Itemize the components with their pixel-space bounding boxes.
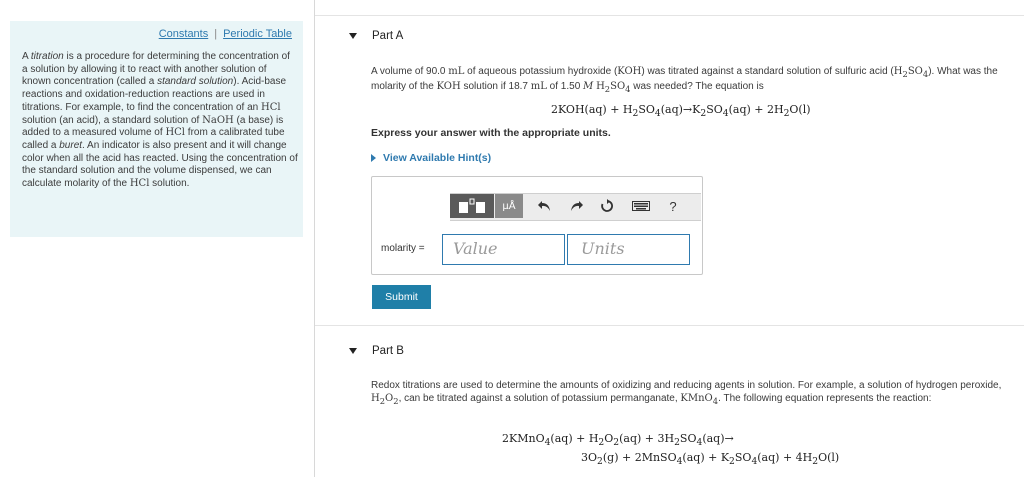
part-b-question: Redox titrations are used to determine t… [371, 380, 1011, 407]
info-sidebar: Constants | Periodic Table A titration is … [10, 21, 303, 237]
formula-h2so4: H2SO4 [596, 80, 631, 94]
part-b-header[interactable]: Part B [349, 345, 404, 357]
intro-text: solution (an acid), a standard solution … [22, 114, 203, 126]
expand-triangle-icon [371, 154, 376, 163]
intro-term-titration: titration [30, 51, 64, 62]
view-hints-label: View Available Hint(s) [383, 152, 492, 164]
formula-koh: KOH [617, 66, 642, 77]
sidebar-links: Constants | Periodic Table [10, 28, 292, 40]
link-separator: | [214, 28, 218, 40]
part-a-equation: 2KOH(aq) + H2SO4(aq)→K2SO4(aq) + 2H2O(l) [551, 103, 811, 120]
unit-ml: mL [448, 66, 465, 77]
formula-hcl: HCl [129, 178, 150, 190]
formula-hcl: HCl [261, 101, 281, 113]
formula-naoh: NaOH [202, 114, 234, 126]
molarity-label: molarity = [381, 243, 425, 254]
part-a-question: A volume of 90.0 mL of aqueous potassium… [371, 66, 1021, 95]
intro-term-standard-solution: standard solution [157, 76, 234, 88]
question-text: was needed? The equation is [630, 80, 764, 92]
collapse-triangle-icon[interactable] [349, 347, 357, 354]
collapse-triangle-icon[interactable] [349, 32, 357, 39]
intro-text: A [22, 51, 31, 62]
periodic-table-link[interactable]: Periodic Table [223, 28, 292, 40]
part-b-equation-line2: 3O2(g) + 2MnSO4(aq) + K2SO4(aq) + 4H2O(l… [581, 451, 840, 468]
part-a-header[interactable]: Part A [349, 30, 403, 42]
view-hints-link[interactable]: View Available Hint(s) [371, 152, 491, 164]
help-icon[interactable]: ? [660, 194, 686, 218]
question-text: ) was titrated against a standard soluti… [641, 66, 894, 77]
question-text: of 1.50 [546, 80, 584, 92]
column-divider [314, 0, 315, 477]
help-icon-label: ? [669, 198, 677, 214]
submit-button[interactable]: Submit [372, 285, 431, 309]
units-icon-label: μÅ [502, 200, 516, 212]
value-input[interactable]: Value [442, 234, 565, 265]
question-text: , can be titrated against a solution of … [398, 392, 681, 404]
undo-icon[interactable] [532, 194, 558, 218]
unit-ml: mL [530, 80, 547, 92]
intro-term-buret: buret [59, 139, 83, 151]
question-text: . The following equation represents the … [718, 392, 932, 404]
formula-h2o2: H2O2 [371, 392, 399, 406]
formula-hcl: HCl [165, 127, 186, 139]
redo-icon[interactable] [563, 194, 589, 218]
keyboard-icon[interactable] [628, 194, 654, 218]
answer-panel: μÅ ? molarity = Value Units [371, 176, 703, 275]
constants-link[interactable]: Constants [159, 28, 209, 40]
unit-molar: M [583, 80, 594, 92]
units-input[interactable]: Units [567, 234, 690, 265]
top-divider [315, 15, 1024, 16]
question-text: Redox titrations are used to determine t… [371, 380, 1002, 391]
reset-icon[interactable] [594, 194, 620, 218]
intro-text: solution. [149, 178, 190, 190]
part-b-title: Part B [372, 345, 404, 357]
question-text: solution if 18.7 [460, 80, 531, 92]
math-toolbar: μÅ ? [450, 193, 701, 221]
answer-instruction: Express your answer with the appropriate… [371, 127, 611, 139]
formula-h2so4: H2SO4 [893, 66, 929, 79]
question-text: A volume of 90.0 [371, 66, 449, 77]
units-icon[interactable]: μÅ [495, 194, 523, 218]
part-b-equation-line1: 2KMnO4(aq) + H2O2(aq) + 3H2SO4(aq)→ [502, 432, 734, 449]
templates-icon[interactable] [450, 194, 494, 218]
part-a-title: Part A [372, 30, 404, 42]
formula-kmno4: KMnO4 [680, 392, 719, 406]
intro-paragraph: A titration is a procedure for determini… [22, 51, 298, 191]
part-divider [315, 325, 1024, 326]
question-text: of aqueous potassium hydroxide ( [464, 66, 618, 77]
formula-koh: KOH [436, 80, 461, 92]
